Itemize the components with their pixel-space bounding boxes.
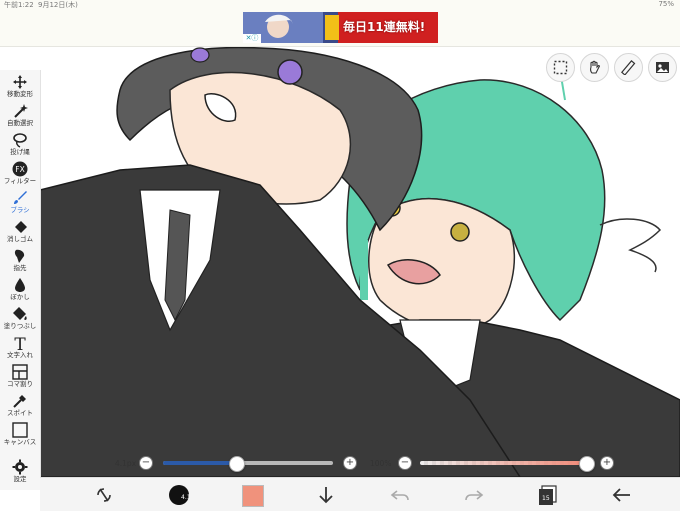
ad-banner[interactable]: 毎日11連無料! ✕ⓘ bbox=[243, 12, 438, 43]
settings-icon bbox=[12, 459, 28, 475]
magic-wand-icon bbox=[14, 104, 28, 118]
eraser-icon bbox=[15, 221, 27, 233]
tool-settings[interactable]: 設定 bbox=[0, 457, 40, 486]
bottom-toolbar: 4.1 15 bbox=[40, 477, 680, 511]
opacity-slider-fill bbox=[420, 461, 586, 465]
ruler-button[interactable] bbox=[614, 53, 643, 82]
tool-label: キャンバス bbox=[3, 438, 37, 446]
eyedropper-icon bbox=[13, 395, 26, 408]
color-swatch-icon bbox=[242, 485, 264, 507]
ad-headline: 毎日11連無料! bbox=[343, 20, 426, 34]
brush-size-slider-knob[interactable] bbox=[229, 456, 245, 472]
tool-label: 自動選択 bbox=[7, 119, 33, 127]
tool-smudge[interactable]: 指先 bbox=[0, 246, 40, 275]
redo-icon bbox=[465, 490, 484, 501]
download-button[interactable] bbox=[314, 483, 338, 507]
tool-filter[interactable]: FX フィルター bbox=[0, 159, 40, 188]
hand-tool-button[interactable] bbox=[580, 53, 609, 82]
svg-text:4.1: 4.1 bbox=[181, 494, 191, 501]
ad-close-icon[interactable]: ✕ⓘ bbox=[243, 34, 261, 43]
layer-image-button[interactable] bbox=[648, 53, 677, 82]
left-toolbar: 移動変形 自動選択 投げ縄 FX フィルター ブラシ 消しゴム 指先 ぼかし 塗… bbox=[0, 70, 41, 490]
selection-button[interactable] bbox=[546, 53, 575, 82]
tool-auto-select[interactable]: 自動選択 bbox=[0, 101, 40, 130]
layer-count: 15 bbox=[542, 495, 550, 502]
tool-brush[interactable]: ブラシ bbox=[0, 188, 40, 217]
tool-label: 消しゴム bbox=[7, 235, 33, 243]
tool-label: ブラシ bbox=[10, 206, 30, 214]
undo-button[interactable] bbox=[388, 483, 412, 507]
fill-icon bbox=[13, 307, 27, 320]
fx-icon: FX bbox=[12, 161, 28, 177]
ad-bar: 毎日11連無料! ✕ⓘ bbox=[0, 10, 680, 47]
tool-label: ぼかし bbox=[10, 293, 30, 301]
tool-blur[interactable]: ぼかし bbox=[0, 275, 40, 304]
text-icon: T bbox=[14, 335, 26, 351]
svg-text:T: T bbox=[14, 335, 26, 351]
brush-size-slider[interactable] bbox=[163, 456, 333, 472]
tool-fill[interactable]: 塗りつぶし bbox=[0, 304, 40, 333]
brush-preview-icon: 4.1 bbox=[169, 485, 191, 505]
opacity-slider[interactable] bbox=[420, 456, 595, 472]
status-time: 午前1:22 bbox=[4, 1, 34, 9]
tool-canvas[interactable]: キャンバス bbox=[0, 420, 40, 449]
opacity-plus-button[interactable]: + bbox=[600, 456, 614, 470]
smudge-icon bbox=[14, 249, 25, 263]
battery-indicator: 75% bbox=[658, 0, 674, 8]
tool-label: コマ割り bbox=[7, 380, 33, 388]
brush-icon bbox=[14, 191, 27, 204]
opacity-value: 100% bbox=[370, 459, 392, 468]
tool-lasso[interactable]: 投げ縄 bbox=[0, 130, 40, 159]
status-bar: 午前1:22 9月12日(木) 75% bbox=[0, 0, 680, 10]
selection-icon bbox=[553, 60, 568, 75]
tool-label: 投げ縄 bbox=[10, 148, 30, 156]
svg-text:FX: FX bbox=[15, 165, 24, 174]
drawing-canvas[interactable] bbox=[0, 0, 680, 510]
tool-label: 文字入れ bbox=[7, 351, 33, 359]
image-icon bbox=[656, 62, 669, 73]
brush-size-plus-button[interactable]: + bbox=[343, 456, 357, 470]
tool-label: 塗りつぶし bbox=[3, 322, 37, 330]
undo-icon bbox=[390, 490, 409, 501]
tool-eyedropper[interactable]: スポイト bbox=[0, 391, 40, 420]
arrow-down-icon bbox=[319, 487, 333, 504]
tool-eraser[interactable]: 消しゴム bbox=[0, 217, 40, 246]
lasso-icon bbox=[13, 133, 27, 148]
tool-label: 移動変形 bbox=[7, 90, 33, 98]
move-icon bbox=[13, 75, 27, 89]
frame-divider-icon bbox=[12, 364, 28, 380]
ruler-icon bbox=[621, 60, 636, 75]
back-button[interactable] bbox=[610, 483, 634, 507]
status-date: 9月12日(木) bbox=[38, 1, 78, 9]
tool-text[interactable]: T 文字入れ bbox=[0, 333, 40, 362]
tool-move-transform[interactable]: 移動変形 bbox=[0, 72, 40, 101]
color-button[interactable] bbox=[240, 483, 264, 507]
tool-frame-divider[interactable]: コマ割り bbox=[0, 362, 40, 391]
layers-button[interactable]: 15 bbox=[536, 483, 560, 507]
arrow-left-icon bbox=[612, 488, 630, 502]
transform-icon bbox=[97, 488, 111, 502]
blur-icon bbox=[15, 278, 25, 292]
opacity-slider-knob[interactable] bbox=[579, 456, 595, 472]
brush-preview-button[interactable]: 4.1 bbox=[167, 483, 191, 507]
redo-button[interactable] bbox=[462, 483, 486, 507]
tool-label: 設定 bbox=[13, 475, 27, 483]
tool-label: 指先 bbox=[13, 264, 27, 272]
canvas-icon bbox=[12, 422, 28, 438]
brush-size-slider-fill bbox=[163, 461, 236, 465]
opacity-minus-button[interactable]: − bbox=[398, 456, 412, 470]
transform-button[interactable] bbox=[92, 483, 116, 507]
tool-label: スポイト bbox=[7, 409, 33, 417]
hand-icon bbox=[590, 60, 600, 74]
tool-label: フィルター bbox=[3, 177, 37, 185]
brush-size-minus-button[interactable]: − bbox=[139, 456, 153, 470]
brush-size-value: 4.1px bbox=[115, 459, 137, 468]
